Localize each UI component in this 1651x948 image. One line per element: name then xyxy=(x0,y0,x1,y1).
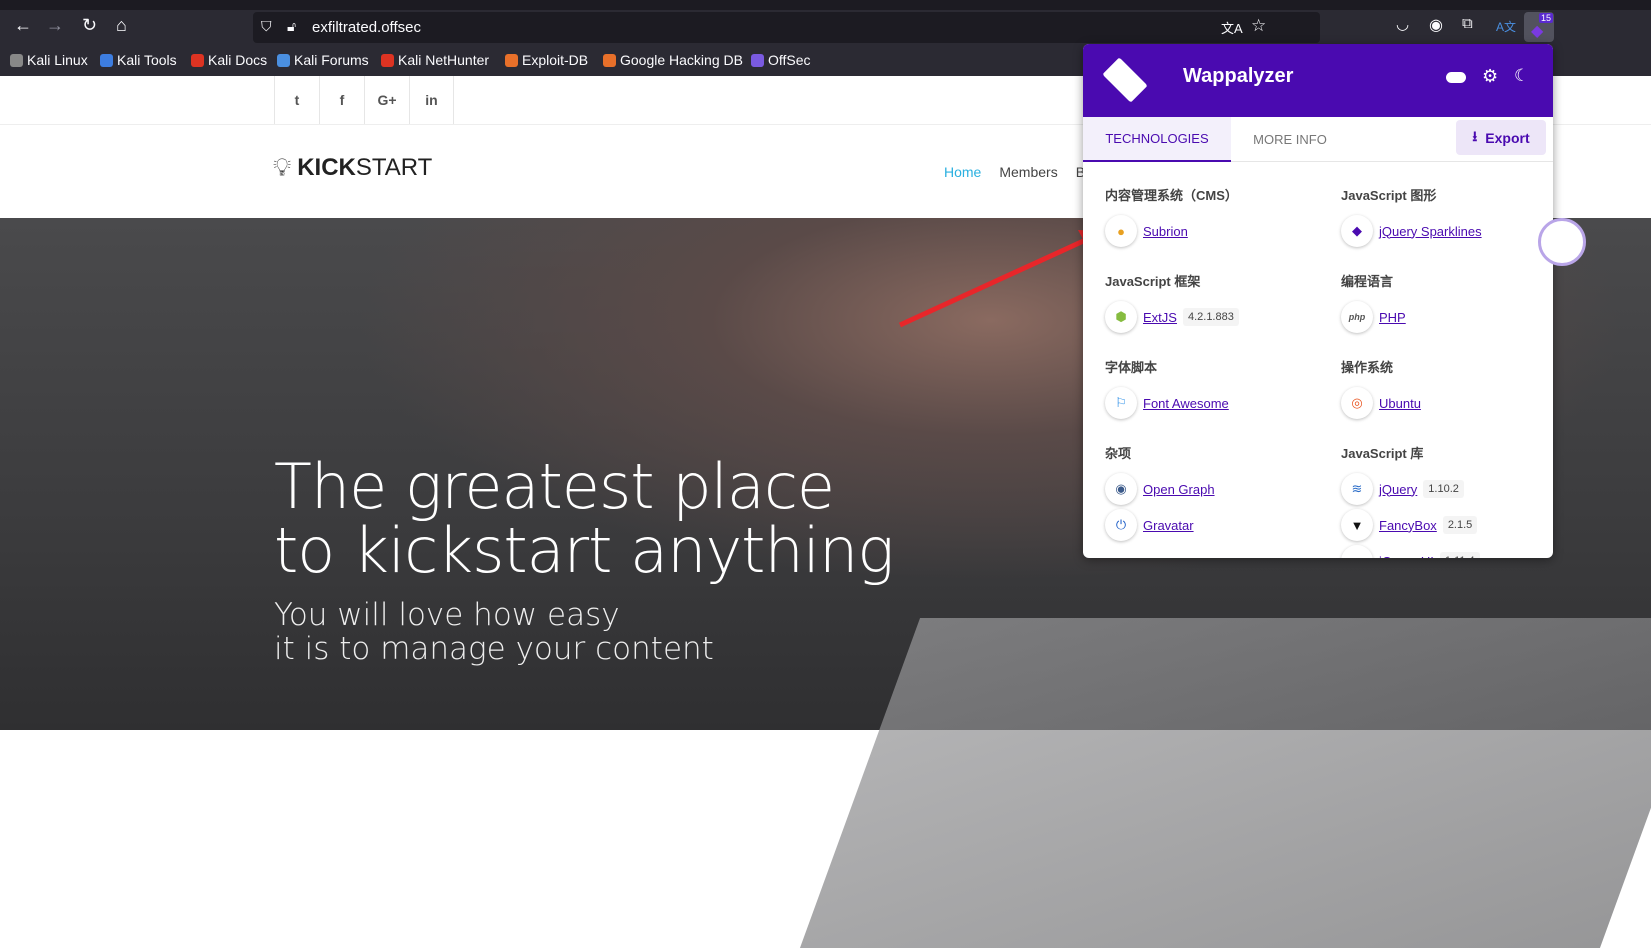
category-title: JavaScript 框架 xyxy=(1105,274,1201,289)
technology-item: php PHP xyxy=(1341,299,1553,335)
fancybox-icon: ▼ xyxy=(1341,509,1373,541)
technology-item: ◆ jQuery Sparklines xyxy=(1341,213,1553,249)
technology-category: 编程语言 php PHP xyxy=(1341,271,1553,335)
technology-link[interactable]: jQuery xyxy=(1379,482,1417,497)
technology-item: ⏻ Gravatar xyxy=(1105,507,1335,543)
flag-icon: ⚐ xyxy=(1105,387,1137,419)
tab-technologies[interactable]: TECHNOLOGIES xyxy=(1083,117,1231,162)
technology-category: 字体脚本 ⚐ Font Awesome xyxy=(1105,357,1335,421)
technology-link[interactable]: jQuery Sparklines xyxy=(1379,224,1482,239)
technology-item: ⚐ Font Awesome xyxy=(1105,385,1335,421)
popup-tabs: TECHNOLOGIES MORE INFO ⭳ Export xyxy=(1083,117,1553,162)
technology-item: ≋ jQuery 1.10.2 xyxy=(1341,471,1553,507)
open-graph-icon: ◉ xyxy=(1105,473,1137,505)
category-title: JavaScript 图形 xyxy=(1341,188,1437,203)
technology-category: JavaScript 库 ≋ jQuery 1.10.2 ▼ FancyBox 2.1.5 ◘… xyxy=(1341,443,1553,558)
version-badge: 1.10.2 xyxy=(1423,480,1464,498)
technology-link[interactable]: FancyBox xyxy=(1379,518,1437,533)
php-icon: php xyxy=(1341,301,1373,333)
wappalyzer-logo-icon xyxy=(1102,57,1148,103)
technology-item: ▼ FancyBox 2.1.5 xyxy=(1341,507,1553,543)
category-title: 编程语言 xyxy=(1341,274,1394,289)
technology-link[interactable]: Font Awesome xyxy=(1143,396,1229,411)
gravatar-icon: ⏻ xyxy=(1105,509,1137,541)
technologies-right-column: JavaScript 图形 ◆ jQuery Sparklines 编程语言 php PH… xyxy=(1341,185,1553,558)
jquery-ui-icon: ◘ xyxy=(1341,545,1373,558)
category-title: 字体脚本 xyxy=(1105,360,1158,375)
category-title: 内容管理系统（CMS） xyxy=(1105,188,1238,203)
export-button[interactable]: ⭳ Export xyxy=(1456,120,1546,155)
version-badge: 4.2.1.883 xyxy=(1182,308,1239,326)
technology-link[interactable]: ExtJS xyxy=(1143,310,1177,325)
category-title: 操作系统 xyxy=(1341,360,1394,375)
version-badge: 2.1.5 xyxy=(1442,516,1478,534)
download-icon: ⭳ xyxy=(1472,127,1478,144)
technology-category: 内容管理系统（CMS） ● Subrion xyxy=(1105,185,1335,249)
sparklines-icon: ◆ xyxy=(1341,215,1373,247)
technology-link[interactable]: PHP xyxy=(1379,310,1406,325)
technology-item: ◘ jQuery UI 1.11.4 xyxy=(1341,543,1553,558)
technology-category: JavaScript 图形 ◆ jQuery Sparklines xyxy=(1341,185,1553,249)
technology-item: ◎ Ubuntu xyxy=(1341,385,1553,421)
technology-category: 杂项 ◉ Open Graph ⏻ Gravatar xyxy=(1105,443,1335,543)
subrion-icon: ● xyxy=(1105,215,1137,247)
extjs-icon: ⬢ xyxy=(1105,301,1137,333)
technology-category: 操作系统 ◎ Ubuntu xyxy=(1341,357,1553,421)
technology-item: ⬢ ExtJS 4.2.1.883 xyxy=(1105,299,1335,335)
technology-link[interactable]: Subrion xyxy=(1143,224,1188,239)
moon-icon[interactable]: ☾ xyxy=(1514,66,1529,86)
floating-widget-icon[interactable] xyxy=(1538,218,1586,266)
popup-header: Wappalyzer ⚙ ☾ xyxy=(1083,44,1553,117)
tab-more-info[interactable]: MORE INFO xyxy=(1231,117,1349,162)
category-title: JavaScript 库 xyxy=(1341,446,1424,461)
technology-link[interactable]: jQuery UI xyxy=(1379,554,1434,559)
version-badge: 1.11.4 xyxy=(1439,552,1480,558)
technology-item: ◉ Open Graph xyxy=(1105,471,1335,507)
technologies-left-column: 内容管理系统（CMS） ● Subrion JavaScript 框架 ⬢ ExtJS 4.… xyxy=(1105,185,1335,558)
technology-link[interactable]: Open Graph xyxy=(1143,482,1215,497)
ubuntu-icon: ◎ xyxy=(1341,387,1373,419)
popup-title: Wappalyzer xyxy=(1183,65,1294,87)
technology-link[interactable]: Gravatar xyxy=(1143,518,1194,533)
wappalyzer-popup: Wappalyzer ⚙ ☾ TECHNOLOGIES MORE INFO ⭳ E… xyxy=(1083,44,1553,558)
technology-category: JavaScript 框架 ⬢ ExtJS 4.2.1.883 xyxy=(1105,271,1335,335)
toggle-icon[interactable] xyxy=(1446,72,1466,83)
technology-item: ● Subrion xyxy=(1105,213,1335,249)
category-title: 杂项 xyxy=(1105,446,1132,461)
technology-link[interactable]: Ubuntu xyxy=(1379,396,1421,411)
gear-icon[interactable]: ⚙ xyxy=(1482,66,1498,87)
jquery-icon: ≋ xyxy=(1341,473,1373,505)
